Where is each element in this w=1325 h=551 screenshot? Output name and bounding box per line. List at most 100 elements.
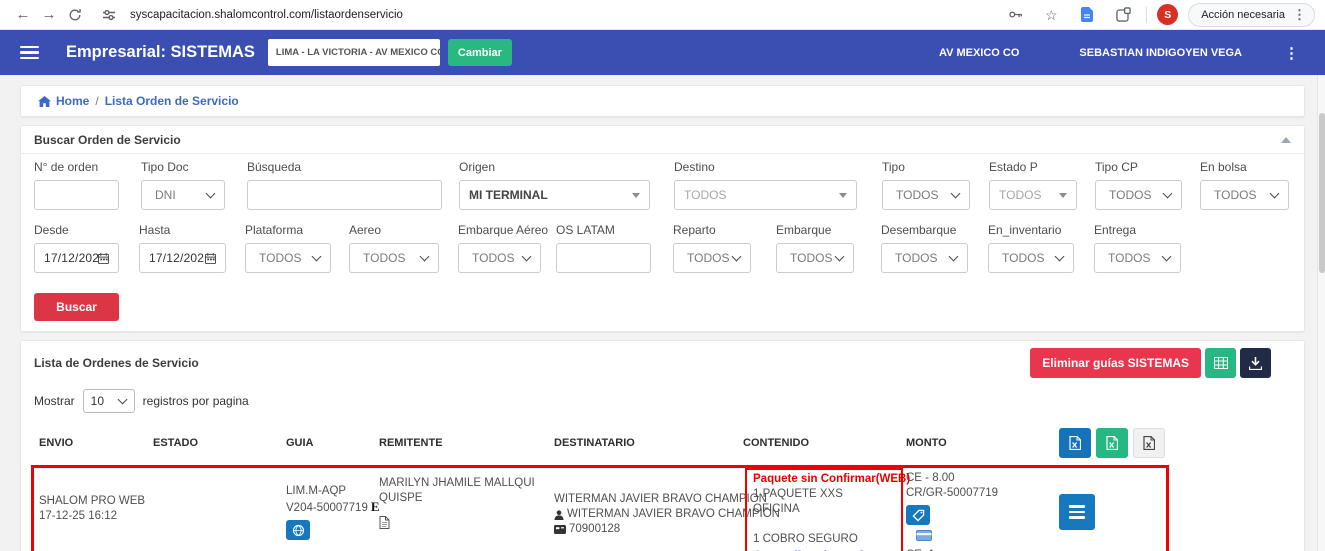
search-panel-title: Buscar Orden de Servicio (34, 133, 181, 147)
field-os-latam: OS LATAM (556, 223, 651, 273)
origen-select[interactable]: MI TERMINAL (459, 180, 650, 210)
buscar-button[interactable]: Buscar (34, 293, 119, 321)
scrollbar-thumb[interactable] (1319, 113, 1325, 273)
chevron-down-icon (632, 193, 640, 198)
cell-actions (1044, 468, 1166, 530)
entrega-select[interactable]: TODOS (1094, 243, 1181, 273)
field-aereo: Aereo TODOS (349, 223, 439, 273)
card-icon (916, 530, 1044, 546)
chevron-down-icon (420, 251, 430, 261)
cell-monto: CE - 8.00 CR/GR-50007719 CE: 1 (901, 471, 1044, 551)
table-grid-icon (1214, 357, 1228, 369)
cell-destinatario: WITERMAN JAVIER BRAVO CHAMPION WITERMAN … (549, 492, 738, 537)
browser-menu-icon[interactable]: ⋮ (1293, 7, 1306, 23)
phone-icon (554, 525, 566, 534)
profile-avatar[interactable]: S (1157, 4, 1178, 25)
os-latam-input[interactable] (556, 243, 651, 273)
export-excel-green-button[interactable] (1096, 428, 1128, 458)
more-vertical-icon[interactable]: ⋮ (1284, 44, 1299, 62)
person-icon (554, 510, 564, 520)
column-header-guia[interactable]: GUIA (281, 437, 374, 449)
page-size-prefix: Mostrar (34, 394, 75, 408)
estado-p-select[interactable]: TODOS (989, 180, 1077, 210)
column-header-estado[interactable]: ESTADO (148, 437, 281, 449)
agency-label[interactable]: AV MEXICO CO (939, 47, 1019, 59)
column-header-destinatario[interactable]: DESTINATARIO (549, 437, 738, 449)
page-size-select[interactable]: 10 (83, 389, 135, 413)
reload-icon[interactable] (62, 8, 88, 22)
document-icon[interactable] (379, 516, 549, 534)
browser-update-label: Acción necesaria (1201, 9, 1285, 21)
file-excel-icon (1106, 436, 1118, 450)
list-panel-title: Lista de Ordenes de Servicio (34, 356, 199, 370)
eliminar-guias-button[interactable]: Eliminar guías SISTEMAS (1030, 348, 1201, 378)
orders-list-panel: Lista de Ordenes de Servicio Eliminar gu… (20, 340, 1305, 551)
extensions-icon[interactable] (1110, 7, 1136, 22)
en-bolsa-select[interactable]: TODOS (1200, 180, 1289, 210)
app-title: Empresarial: SISTEMAS (66, 43, 255, 62)
tag-icon (912, 509, 925, 522)
collapse-chevron-icon[interactable] (1281, 137, 1291, 143)
browser-update-button[interactable]: Acción necesaria ⋮ (1188, 3, 1315, 27)
tipo-select[interactable]: TODOS (882, 180, 970, 210)
globe-icon (292, 524, 305, 537)
download-button[interactable] (1240, 348, 1271, 378)
export-excel-blue-button[interactable] (1059, 428, 1091, 458)
hasta-date-input[interactable]: 17/12/2025 (139, 243, 226, 273)
chevron-down-icon (312, 251, 322, 261)
en-inventario-select[interactable]: TODOS (988, 243, 1074, 273)
breadcrumb-home-link[interactable]: Home (38, 94, 89, 108)
destino-select[interactable]: TODOS (674, 180, 857, 210)
numero-orden-input[interactable] (34, 180, 119, 210)
docs-extension-icon[interactable] (1074, 7, 1100, 22)
cell-remitente: MARILYN JHAMILE MALLQUI QUISPE (374, 476, 549, 534)
branch-select-value: LIMA - LA VICTORIA - AV MEXICO CO (276, 47, 440, 58)
plataforma-select[interactable]: TODOS (245, 243, 331, 273)
column-header-remitente[interactable]: REMITENTE (374, 437, 549, 449)
field-tipo: Tipo TODOS (882, 160, 970, 210)
branch-select[interactable]: LIMA - LA VICTORIA - AV MEXICO CO (268, 39, 440, 66)
cell-guia: LIM.M-AQP V204-50007719E (281, 484, 374, 542)
back-icon[interactable]: ← (10, 0, 36, 30)
field-embarque: Embarque TODOS (776, 223, 854, 273)
chevron-down-icon (117, 394, 127, 404)
cambiar-button[interactable]: Cambiar (448, 39, 512, 66)
forward-icon[interactable]: → (36, 0, 62, 30)
url-text: syscapacitacion.shalomcontrol.com/listao… (130, 9, 403, 21)
bookmark-star-icon[interactable]: ☆ (1038, 0, 1064, 30)
embarque-aereo-select[interactable]: TODOS (458, 243, 541, 273)
field-desde: Desde 17/12/2025 (34, 223, 119, 273)
hamburger-menu-icon[interactable] (20, 46, 39, 59)
aereo-select[interactable]: TODOS (349, 243, 439, 273)
table-columns-button[interactable] (1205, 348, 1236, 378)
busqueda-input[interactable] (247, 180, 442, 210)
desde-date-input[interactable]: 17/12/2025 (34, 243, 119, 273)
payment-tag-badge[interactable] (906, 505, 930, 525)
address-bar[interactable]: syscapacitacion.shalomcontrol.com/listao… (96, 8, 1002, 22)
column-header-contenido[interactable]: CONTENIDO (738, 437, 901, 449)
field-origen: Origen MI TERMINAL (459, 160, 650, 210)
tipo-doc-select[interactable]: DNI (141, 180, 225, 210)
row-actions-menu-button[interactable] (1059, 494, 1095, 530)
user-name-label[interactable]: SEBASTIAN INDIGOYEN VEGA (1079, 47, 1242, 59)
export-excel-plain-button[interactable] (1133, 428, 1165, 458)
field-estado-p: Estado P TODOS (989, 160, 1077, 210)
page-content: Home / Lista Orden de Servicio Buscar Or… (0, 75, 1325, 551)
chevron-down-icon (951, 188, 961, 198)
contenido-alert-box: Paquete sin Confirmar(WEB) 1 PAQUETE XXS… (745, 468, 903, 551)
key-icon[interactable] (1002, 7, 1028, 22)
chevron-down-icon (1059, 193, 1067, 198)
web-guide-badge[interactable] (286, 520, 310, 540)
tune-icon[interactable] (96, 8, 122, 22)
page-scrollbar[interactable] (1317, 75, 1325, 551)
tipo-cp-select[interactable]: TODOS (1095, 180, 1182, 210)
field-plataforma: Plataforma TODOS (245, 223, 331, 273)
column-header-monto[interactable]: MONTO (901, 437, 1044, 449)
field-embarque-aereo: Embarque Aéreo TODOS (458, 223, 541, 273)
embarque-select[interactable]: TODOS (776, 243, 854, 273)
reparto-select[interactable]: TODOS (673, 243, 751, 273)
column-header-envio[interactable]: ENVIO (34, 437, 148, 449)
breadcrumb-current: Lista Orden de Servicio (105, 94, 239, 108)
field-tipo-cp: Tipo CP TODOS (1095, 160, 1182, 210)
desembarque-select[interactable]: TODOS (881, 243, 968, 273)
